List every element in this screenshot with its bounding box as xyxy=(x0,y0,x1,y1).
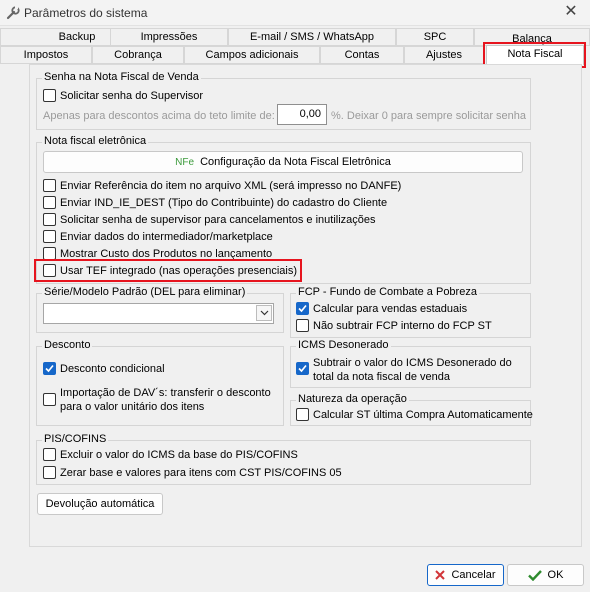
checkbox-box[interactable] xyxy=(43,179,56,192)
desconto-condicional-checkbox[interactable]: Desconto condicional xyxy=(43,362,165,376)
usar-tef-integrado-checkbox[interactable]: Usar TEF integrado (nas operações presen… xyxy=(43,264,297,278)
nao-subtrair-fcp-checkbox[interactable]: Não subtrair FCP interno do FCP ST xyxy=(296,319,492,333)
checkbox-box[interactable] xyxy=(43,393,56,406)
checkbox-box[interactable] xyxy=(43,196,56,209)
calcular-st-checkbox[interactable]: Calcular ST última Compra Automaticament… xyxy=(296,408,533,422)
checkbox-box[interactable] xyxy=(43,230,56,243)
checkbox-box[interactable] xyxy=(43,466,56,479)
tab-ajustes[interactable]: Ajustes xyxy=(404,46,484,64)
senha-nf-venda-legend: Senha na Nota Fiscal de Venda xyxy=(42,71,201,83)
checkbox-box[interactable] xyxy=(296,362,309,375)
icms-desonerado-legend: ICMS Desonerado xyxy=(296,339,391,351)
tab-balanca[interactable]: Balança xyxy=(474,28,590,46)
senha-supervisor-cancelamentos-checkbox[interactable]: Solicitar senha de supervisor para cance… xyxy=(43,213,376,227)
checkbox-box[interactable] xyxy=(43,89,56,102)
mostrar-custo-label: Mostrar Custo dos Produtos no lançamento xyxy=(60,248,273,260)
check-icon xyxy=(527,569,542,581)
enviar-intermediador-label: Enviar dados do intermediador/marketplac… xyxy=(60,231,273,243)
enviar-ind-ie-dest-label: Enviar IND_IE_DEST (Tipo do Contribuinte… xyxy=(60,197,388,209)
checkbox-box[interactable] xyxy=(296,408,309,421)
tab-impostos[interactable]: Impostos xyxy=(0,46,92,64)
calcular-st-label: Calcular ST última Compra Automaticament… xyxy=(313,409,533,421)
pis-cofins-legend: PIS/COFINS xyxy=(42,433,109,445)
enviar-ind-ie-dest-checkbox[interactable]: Enviar IND_IE_DEST (Tipo do Contribuinte… xyxy=(43,196,387,210)
enviar-intermediador-checkbox[interactable]: Enviar dados do intermediador/marketplac… xyxy=(43,230,273,244)
usar-tef-integrado-label: Usar TEF integrado (nas operações presen… xyxy=(60,265,298,277)
checkbox-box[interactable] xyxy=(296,302,309,315)
zerar-base-cst-label: Zerar base e valores para itens com CST … xyxy=(60,467,342,479)
importacao-davs-label: Importação de DAV´s: transferir o descon… xyxy=(60,387,271,413)
chevron-down-icon xyxy=(260,310,268,316)
cancel-label: Cancelar xyxy=(451,569,496,581)
tab-cobranca[interactable]: Cobrança xyxy=(92,46,184,64)
ok-label: OK xyxy=(547,569,564,581)
config-nfe-label: Configuração da Nota Fiscal Eletrônica xyxy=(200,156,391,168)
excluir-icms-pis-cofins-checkbox[interactable]: Excluir o valor do ICMS da base do PIS/C… xyxy=(43,448,298,462)
subtrair-icms-desonerado-label: Subtrair o valor do ICMS Desonerado do t… xyxy=(313,357,512,383)
solicitar-senha-label: Solicitar senha do Supervisor xyxy=(60,90,204,102)
checkbox-box[interactable] xyxy=(43,264,56,277)
teto-limite-suffix: %. Deixar 0 para sempre solicitar senha xyxy=(331,110,527,122)
subtrair-icms-desonerado-checkbox[interactable]: Subtrair o valor do ICMS Desonerado do t… xyxy=(296,356,526,384)
checkbox-box[interactable] xyxy=(43,448,56,461)
tab-contas[interactable]: Contas xyxy=(320,46,404,64)
checkbox-box[interactable] xyxy=(296,319,309,332)
tab-spc[interactable]: SPC xyxy=(396,28,474,46)
cancel-button[interactable]: Cancelar xyxy=(427,564,504,586)
teto-limite-prefix: Apenas para descontos acima do teto limi… xyxy=(43,110,275,122)
ok-button[interactable]: OK xyxy=(507,564,584,586)
close-icon xyxy=(435,570,446,580)
calcular-vendas-estaduais-label: Calcular para vendas estaduais xyxy=(313,303,468,315)
calcular-vendas-estaduais-checkbox[interactable]: Calcular para vendas estaduais xyxy=(296,302,467,316)
close-window-button[interactable]: ✕ xyxy=(562,3,580,21)
checkbox-box[interactable] xyxy=(43,213,56,226)
teto-limite-input[interactable]: 0,00 xyxy=(277,104,327,125)
importacao-davs-checkbox[interactable]: Importação de DAV´s: transferir o descon… xyxy=(43,386,278,414)
config-nfe-button[interactable]: NFe Configuração da Nota Fiscal Eletrôni… xyxy=(43,151,523,173)
wrench-icon xyxy=(6,6,20,20)
tab-campos-adicionais[interactable]: Campos adicionais xyxy=(184,46,320,64)
checkbox-box[interactable] xyxy=(43,247,56,260)
natureza-operacao-legend: Natureza da operação xyxy=(296,393,409,405)
desconto-condicional-label: Desconto condicional xyxy=(60,363,165,375)
excluir-icms-pis-cofins-label: Excluir o valor do ICMS da base do PIS/C… xyxy=(60,449,298,461)
mostrar-custo-checkbox[interactable]: Mostrar Custo dos Produtos no lançamento xyxy=(43,247,272,261)
zerar-base-cst-checkbox[interactable]: Zerar base e valores para itens com CST … xyxy=(43,466,342,480)
senha-supervisor-cancelamentos-label: Solicitar senha de supervisor para cance… xyxy=(60,214,376,226)
serie-modelo-legend: Série/Modelo Padrão (DEL para eliminar) xyxy=(42,286,248,298)
tab-nota-fiscal[interactable]: Nota Fiscal xyxy=(486,45,584,65)
nao-subtrair-fcp-label: Não subtrair FCP interno do FCP ST xyxy=(313,320,492,332)
checkbox-box[interactable] xyxy=(43,362,56,375)
title-bar: Parâmetros do sistema ✕ xyxy=(0,0,590,26)
serie-modelo-select[interactable] xyxy=(43,303,274,324)
solicitar-senha-supervisor-checkbox[interactable]: Solicitar senha do Supervisor xyxy=(43,89,203,103)
enviar-referencia-label: Enviar Referência do item no arquivo XML… xyxy=(60,180,402,192)
window-title: Parâmetros do sistema xyxy=(24,6,148,20)
fcp-legend: FCP - Fundo de Combate a Pobreza xyxy=(296,286,479,298)
nfe-legend: Nota fiscal eletrônica xyxy=(42,135,149,147)
devolucao-automatica-button[interactable]: Devolução automática xyxy=(37,493,163,515)
enviar-referencia-checkbox[interactable]: Enviar Referência do item no arquivo XML… xyxy=(43,179,401,193)
nfe-icon: NFe xyxy=(175,156,195,168)
tab-email-sms-whatsapp[interactable]: E-mail / SMS / WhatsApp xyxy=(228,28,396,46)
tab-impressoes[interactable]: Impressões xyxy=(110,28,228,46)
desconto-legend: Desconto xyxy=(42,339,93,351)
serie-modelo-dropdown-button[interactable] xyxy=(256,305,272,321)
